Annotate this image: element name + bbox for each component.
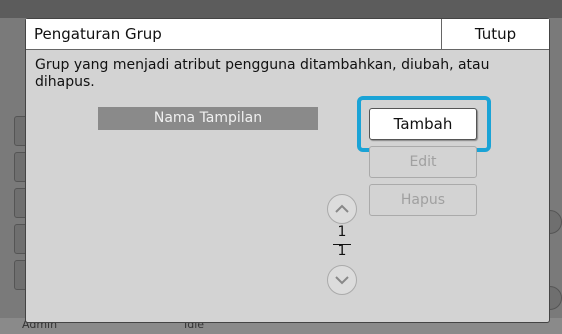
dialog-titlebar: Pengaturan Grup Tutup <box>26 19 549 50</box>
page-down-button[interactable] <box>327 265 357 295</box>
add-button[interactable]: Tambah <box>369 108 477 140</box>
close-button[interactable]: Tutup <box>441 19 549 49</box>
page-up-button[interactable] <box>327 194 357 224</box>
group-settings-dialog: Pengaturan Grup Tutup Grup yang menjadi … <box>25 18 550 323</box>
background-top-bar <box>0 0 562 18</box>
edit-button[interactable]: Edit <box>369 146 477 178</box>
current-page: 1 <box>337 224 347 240</box>
dialog-message: Grup yang menjadi atribut pengguna ditam… <box>35 57 490 90</box>
chevron-up-icon <box>335 204 349 213</box>
delete-button[interactable]: Hapus <box>369 184 477 216</box>
total-pages: 1 <box>337 243 347 259</box>
display-name-column-header: Nama Tampilan <box>98 107 318 130</box>
chevron-down-icon <box>335 276 349 285</box>
dialog-title: Pengaturan Grup <box>34 25 162 43</box>
